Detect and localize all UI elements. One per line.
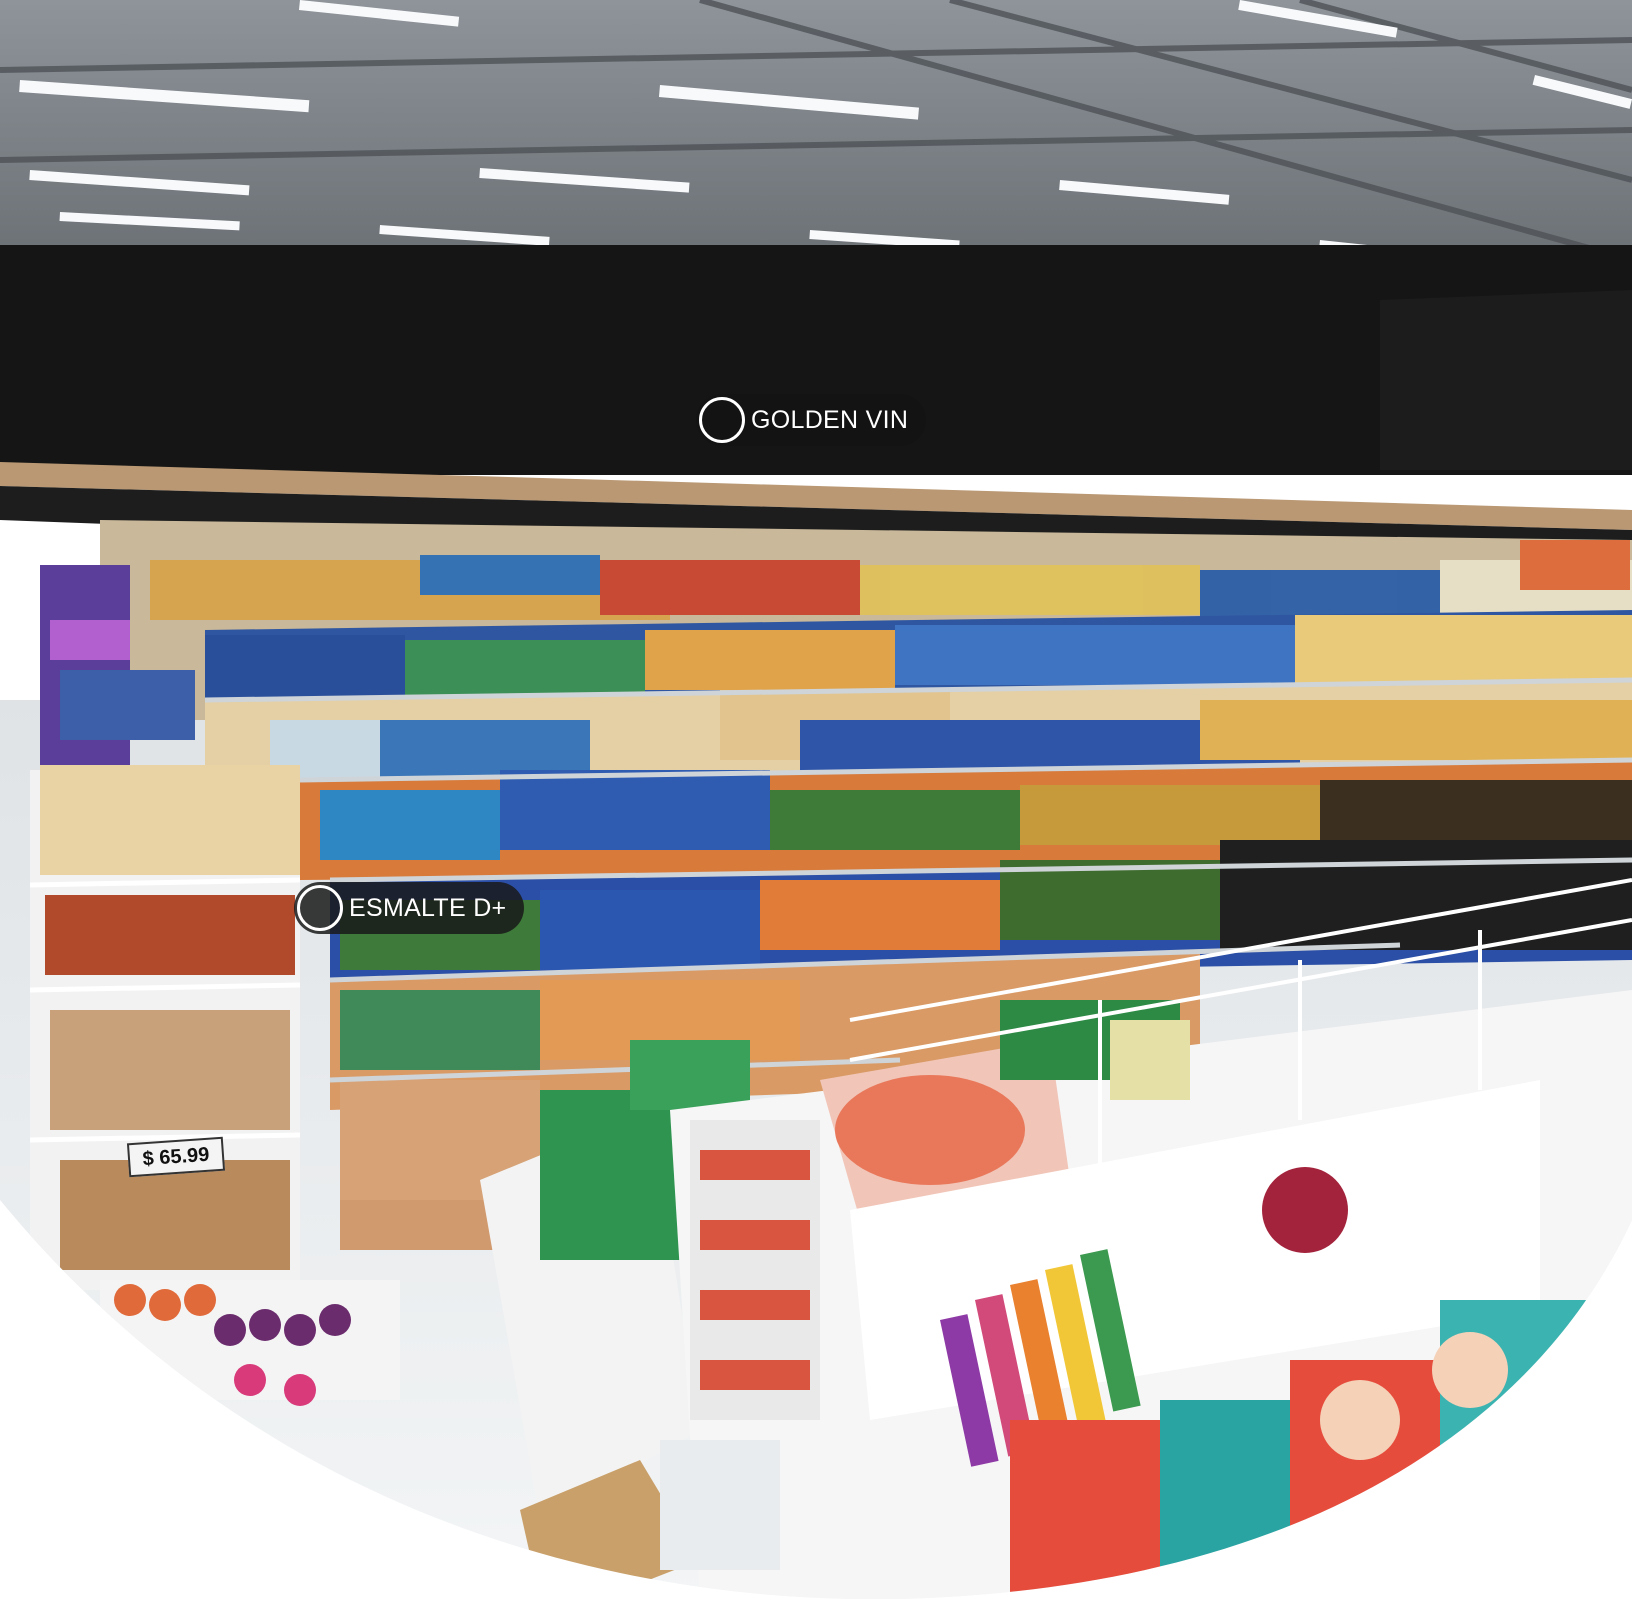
supermarket-aisle-photo <box>0 0 1632 1599</box>
price-tag: $ 65.99 <box>126 1136 226 1178</box>
hotspot-ring-icon <box>699 397 745 443</box>
hotspot-golden-vin[interactable]: GOLDEN VIN <box>696 394 927 446</box>
hotspot-label: GOLDEN VIN <box>751 405 909 434</box>
hotspot-ring-icon <box>297 885 343 931</box>
hotspot-esmalte[interactable]: ESMALTE D+ <box>294 882 525 934</box>
hotspot-label: ESMALTE D+ <box>349 893 507 922</box>
